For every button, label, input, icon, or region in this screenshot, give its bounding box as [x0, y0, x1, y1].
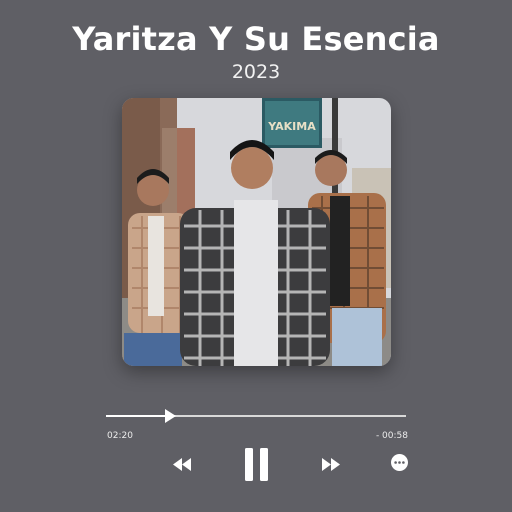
fast-forward-button[interactable]: [321, 458, 341, 471]
pause-button[interactable]: [245, 448, 269, 481]
progress-bar[interactable]: [106, 409, 406, 423]
fast-forward-icon: [321, 458, 341, 471]
more-options-icon: [391, 454, 408, 471]
progress-knob[interactable]: [164, 409, 176, 423]
more-options-button[interactable]: [391, 454, 408, 471]
album-art: YAKIMA: [122, 98, 391, 366]
rewind-icon: [172, 458, 192, 471]
sign-text: YAKIMA: [267, 120, 316, 133]
rewind-button[interactable]: [172, 458, 192, 471]
remaining-time: - 00:58: [375, 431, 408, 441]
song-title: Yaritza Y Su Esencia: [72, 20, 440, 58]
release-year: 2023: [231, 61, 281, 83]
progress-fill: [106, 415, 168, 417]
elapsed-time: 02:20: [107, 431, 133, 441]
pause-icon: [245, 448, 269, 481]
playback-controls: [0, 444, 512, 484]
